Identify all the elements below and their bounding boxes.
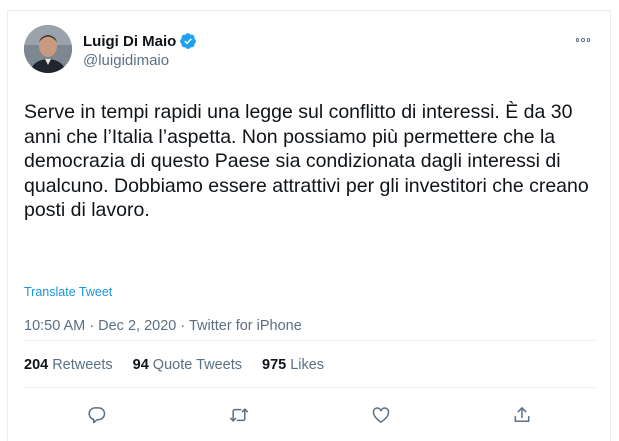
share-icon	[514, 407, 530, 422]
author-name-row[interactable]: Luigi Di Maio	[83, 32, 197, 50]
more-options-icon[interactable]	[571, 33, 595, 47]
quotes-count: 94	[132, 357, 149, 373]
verified-badge-icon	[179, 32, 197, 50]
quote-tweets-stat[interactable]: 94 Quote Tweets	[133, 357, 242, 373]
avatar[interactable]	[24, 25, 72, 73]
tweet-timestamp[interactable]: 10:50 AM · Dec 2, 2020 · Twitter for iPh…	[24, 318, 302, 334]
likes-count: 975	[262, 357, 287, 373]
retweet-button[interactable]	[228, 404, 250, 426]
tweet-text: Serve in tempi rapidi una legge sul conf…	[24, 101, 589, 221]
reply-icon	[88, 407, 106, 424]
author-name[interactable]: Luigi Di Maio	[83, 33, 176, 50]
retweet-icon	[229, 408, 249, 422]
author-handle[interactable]: @luigidimaio	[83, 52, 169, 69]
retweets-count: 204	[24, 357, 49, 373]
action-bar	[8, 404, 612, 426]
likes-stat[interactable]: 975 Likes	[262, 357, 324, 373]
retweets-label: Retweets	[52, 357, 113, 373]
divider	[24, 340, 595, 341]
reply-button[interactable]	[86, 404, 108, 426]
retweets-stat[interactable]: 204 Retweets	[24, 357, 113, 373]
heart-icon	[372, 407, 390, 423]
likes-label: Likes	[290, 357, 325, 373]
divider	[24, 387, 595, 388]
like-button[interactable]	[370, 404, 392, 426]
translate-tweet-link[interactable]: Translate Tweet	[24, 285, 112, 299]
avatar-photo	[24, 25, 72, 73]
quotes-label: Quote Tweets	[152, 357, 242, 373]
share-button[interactable]	[511, 404, 533, 426]
tweet-card: Luigi Di Maio @luigidimaio Serve in temp…	[7, 10, 611, 441]
engagement-stats: 204 Retweets 94 Quote Tweets 975 Likes	[24, 357, 324, 373]
